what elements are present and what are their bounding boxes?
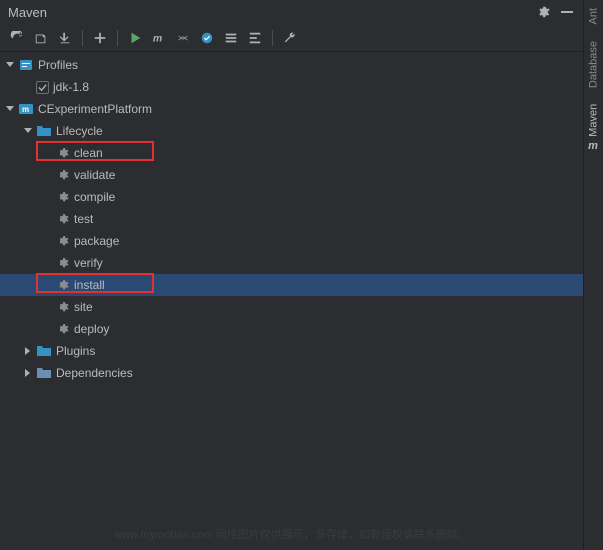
add-project-button[interactable] — [89, 27, 111, 49]
goal-label: verify — [74, 256, 103, 270]
plugins-label: Plugins — [56, 344, 95, 358]
maven-toolbar: m — [0, 24, 583, 52]
maven-module-icon: m — [18, 101, 34, 117]
maven-icon: m — [589, 140, 599, 152]
toggle-skip-tests-button[interactable] — [196, 27, 218, 49]
minimize-icon[interactable] — [559, 4, 575, 20]
run-button[interactable] — [124, 27, 146, 49]
gear-icon — [54, 255, 70, 271]
side-tab-label: Database — [588, 41, 600, 88]
tree-node-project[interactable]: m CExperimentPlatform — [0, 98, 583, 120]
expand-arrow-icon[interactable] — [4, 59, 16, 71]
expand-arrow-icon[interactable] — [22, 367, 34, 379]
tree-node-profiles[interactable]: Profiles — [0, 54, 583, 76]
tree-node-profile-jdk[interactable]: jdk-1.8 — [0, 76, 583, 98]
goal-label: test — [74, 212, 93, 226]
side-tab-ant[interactable]: Ant — [584, 0, 603, 33]
gear-icon — [54, 145, 70, 161]
side-tab-label: Ant — [588, 8, 600, 25]
folder-icon — [36, 365, 52, 381]
tree-node-plugins[interactable]: Plugins — [0, 340, 583, 362]
right-tool-tabs: Ant Database m Maven — [583, 0, 603, 550]
profiles-icon — [18, 57, 34, 73]
expand-arrow-icon[interactable] — [22, 345, 34, 357]
goal-label: deploy — [74, 322, 109, 336]
lifecycle-goal-package[interactable]: package — [0, 230, 583, 252]
gear-icon — [54, 277, 70, 293]
gear-icon — [54, 299, 70, 315]
lifecycle-goal-install[interactable]: install — [0, 274, 583, 296]
panel-title: Maven — [8, 5, 47, 20]
lifecycle-label: Lifecycle — [56, 124, 103, 138]
goal-label: validate — [74, 168, 115, 182]
goal-label: compile — [74, 190, 115, 204]
gear-icon — [54, 233, 70, 249]
folder-icon — [36, 123, 52, 139]
profile-checkbox[interactable] — [36, 81, 49, 94]
goal-label: install — [74, 278, 105, 292]
settings-icon[interactable] — [535, 4, 551, 20]
profiles-label: Profiles — [38, 58, 78, 72]
lifecycle-goal-deploy[interactable]: deploy — [0, 318, 583, 340]
lifecycle-goal-validate[interactable]: validate — [0, 164, 583, 186]
gear-icon — [54, 167, 70, 183]
download-sources-button[interactable] — [54, 27, 76, 49]
goal-label: package — [74, 234, 119, 248]
lifecycle-goal-compile[interactable]: compile — [0, 186, 583, 208]
expand-arrow-icon[interactable] — [4, 103, 16, 115]
gear-icon — [54, 189, 70, 205]
execute-goal-button[interactable]: m — [148, 27, 170, 49]
gear-icon — [54, 211, 70, 227]
expand-arrow-icon[interactable] — [22, 125, 34, 137]
project-label: CExperimentPlatform — [38, 102, 152, 116]
side-tab-database[interactable]: Database — [584, 33, 603, 96]
show-dependencies-button[interactable] — [220, 27, 242, 49]
gear-icon — [54, 321, 70, 337]
collapse-all-button[interactable] — [244, 27, 266, 49]
reload-button[interactable] — [6, 27, 28, 49]
side-tab-maven[interactable]: m Maven — [584, 96, 603, 159]
side-tab-label: Maven — [588, 104, 600, 137]
maven-tree[interactable]: Profiles jdk-1.8 m CExperimentPlatform L… — [0, 52, 583, 550]
profile-label: jdk-1.8 — [53, 80, 89, 94]
tree-node-lifecycle[interactable]: Lifecycle — [0, 120, 583, 142]
svg-text:m: m — [22, 105, 29, 114]
dependencies-label: Dependencies — [56, 366, 133, 380]
generate-sources-button[interactable] — [30, 27, 52, 49]
svg-text:m: m — [153, 32, 162, 44]
tree-node-dependencies[interactable]: Dependencies — [0, 362, 583, 384]
watermark-text: www.toymoban.com 网络图片仅供展示，非存储，如有侵权请联系删除。 — [0, 526, 583, 542]
wrench-icon[interactable] — [279, 27, 301, 49]
goal-label: site — [74, 300, 93, 314]
goal-label: clean — [74, 146, 103, 160]
toggle-offline-button[interactable] — [172, 27, 194, 49]
folder-icon — [36, 343, 52, 359]
lifecycle-goal-clean[interactable]: clean — [0, 142, 583, 164]
panel-header: Maven — [0, 0, 583, 24]
lifecycle-goal-test[interactable]: test — [0, 208, 583, 230]
lifecycle-goal-verify[interactable]: verify — [0, 252, 583, 274]
lifecycle-goal-site[interactable]: site — [0, 296, 583, 318]
